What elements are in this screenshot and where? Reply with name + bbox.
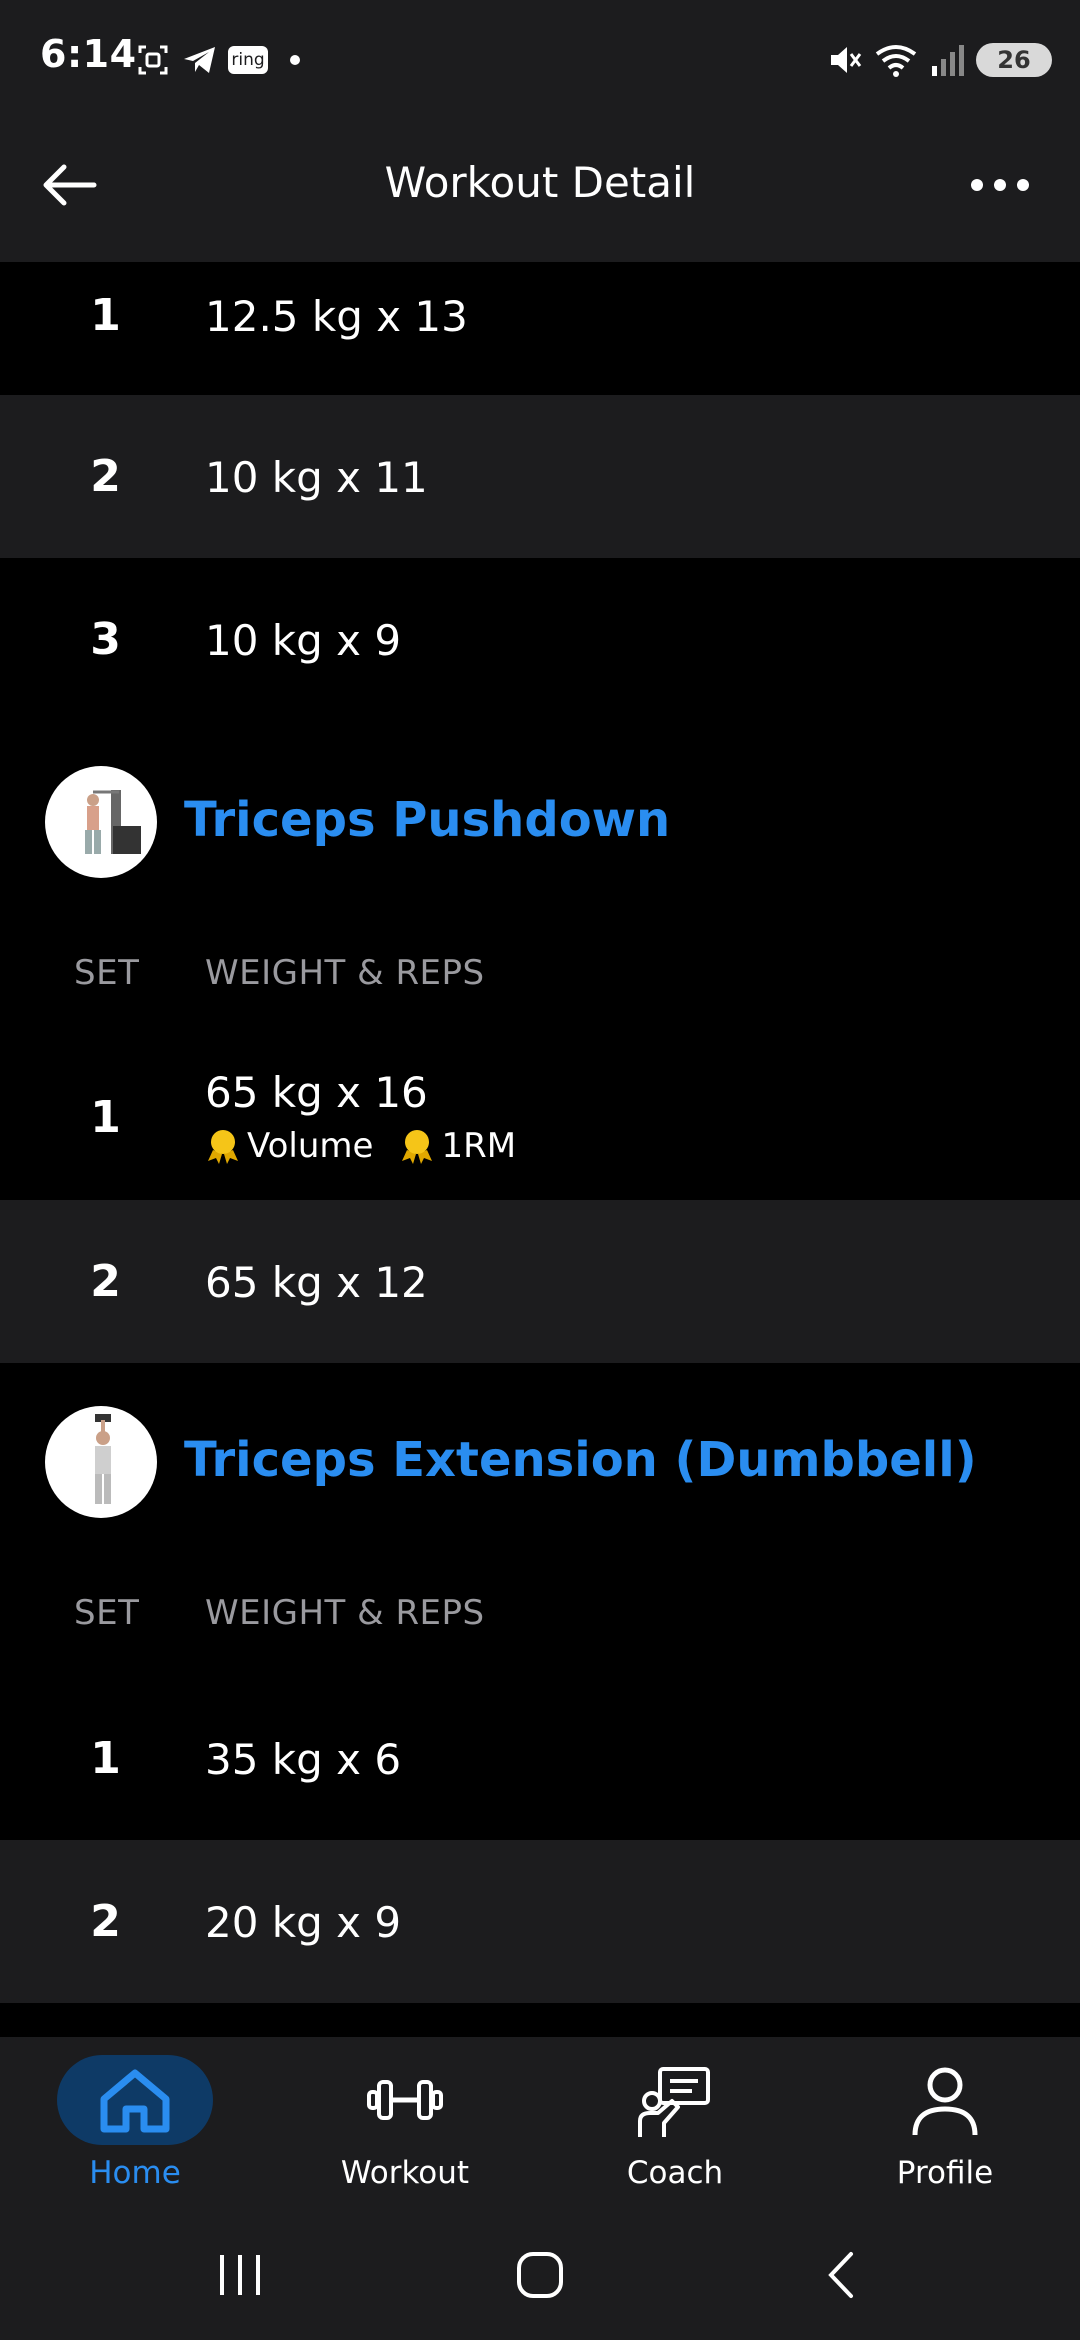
- profile-icon: [912, 2067, 978, 2136]
- ring-icon: ring: [228, 42, 268, 78]
- chevron-left-icon: [828, 2252, 853, 2298]
- home-icon: [100, 2069, 170, 2133]
- set-row[interactable]: 1 35 kg x 6: [0, 1677, 1080, 1840]
- nav-label: Profile: [896, 2155, 994, 2191]
- set-weight-reps: 10 kg x 9: [205, 616, 402, 665]
- mute-icon: [825, 42, 865, 78]
- badge-label: Volume: [247, 1126, 374, 1166]
- pr-badge-volume: Volume: [205, 1126, 373, 1166]
- set-number: 2: [90, 451, 121, 502]
- set-number: 3: [90, 614, 121, 665]
- column-header-set: SET: [74, 953, 140, 993]
- medal-icon: [402, 1130, 433, 1164]
- set-weight-reps: 65 kg x 12: [205, 1258, 428, 1307]
- exercise-title[interactable]: Triceps Pushdown: [184, 792, 670, 848]
- nav-item-home[interactable]: Home: [45, 2055, 225, 2195]
- set-number: 2: [90, 1896, 121, 1947]
- nav-label: Home: [89, 2155, 181, 2191]
- column-header-weight-reps: WEIGHT & REPS: [205, 953, 485, 993]
- home-circle-icon: [517, 2252, 563, 2298]
- set-weight-reps: 65 kg x 16: [205, 1068, 428, 1117]
- screenshot-icon: [135, 42, 171, 78]
- page-title: Workout Detail: [384, 158, 696, 207]
- set-number: 1: [90, 1092, 121, 1143]
- set-row[interactable]: 1 12.5 kg x 13: [0, 262, 1080, 395]
- more-horizontal-icon: [971, 179, 1029, 191]
- set-number: 2: [90, 1256, 121, 1307]
- more-options-button[interactable]: [960, 150, 1040, 220]
- nav-label: Workout: [340, 2155, 470, 2191]
- exercise-thumbnail[interactable]: [45, 1406, 157, 1518]
- column-header-weight-reps: WEIGHT & REPS: [205, 1593, 485, 1633]
- pr-badge-1rm: 1RM: [399, 1126, 516, 1166]
- medal-icon: [208, 1130, 238, 1164]
- pr-badges: Volume 1RM: [205, 1126, 542, 1166]
- set-weight-reps: 12.5 kg x 13: [205, 292, 468, 341]
- set-weight-reps: 35 kg x 6: [205, 1735, 402, 1784]
- nav-item-workout[interactable]: Workout: [300, 2055, 510, 2195]
- coach-icon: [638, 2067, 710, 2137]
- badge-label: 1RM: [441, 1126, 517, 1166]
- recent-apps-button[interactable]: [205, 2245, 275, 2305]
- battery-level: 26: [976, 43, 1052, 77]
- set-row[interactable]: 3 10 kg x 9: [0, 558, 1080, 721]
- set-weight-reps: 20 kg x 9: [205, 1898, 402, 1947]
- set-number: 1: [90, 1733, 121, 1784]
- exercise-thumbnail[interactable]: [45, 766, 157, 878]
- exercise-title[interactable]: Triceps Extension (Dumbbell): [184, 1432, 977, 1488]
- telegram-icon: [180, 42, 220, 78]
- nav-item-coach[interactable]: Coach: [570, 2055, 780, 2195]
- home-system-button[interactable]: [505, 2245, 575, 2305]
- set-weight-reps: 10 kg x 11: [205, 453, 428, 502]
- set-number: 1: [90, 290, 121, 341]
- column-header-set: SET: [74, 1593, 140, 1633]
- set-row[interactable]: 2 20 kg x 9: [0, 1840, 1080, 2003]
- wifi-icon: [872, 42, 920, 78]
- dumbbell-icon: [367, 2080, 443, 2120]
- set-row[interactable]: 2 10 kg x 11: [0, 395, 1080, 558]
- signal-icon: [928, 42, 968, 78]
- system-back-button[interactable]: [805, 2245, 875, 2305]
- nav-label: Coach: [626, 2155, 724, 2191]
- recent-apps-icon: [220, 2255, 260, 2295]
- status-time: 6:14: [40, 32, 137, 76]
- set-row[interactable]: 2 65 kg x 12: [0, 1200, 1080, 1363]
- ring-label: ring: [228, 46, 268, 74]
- battery-icon: 26: [975, 42, 1053, 78]
- nav-item-profile[interactable]: Profile: [840, 2055, 1050, 2195]
- dot-icon: [285, 42, 305, 78]
- set-row[interactable]: 1 65 kg x 16 Volume 1RM: [0, 1036, 1080, 1200]
